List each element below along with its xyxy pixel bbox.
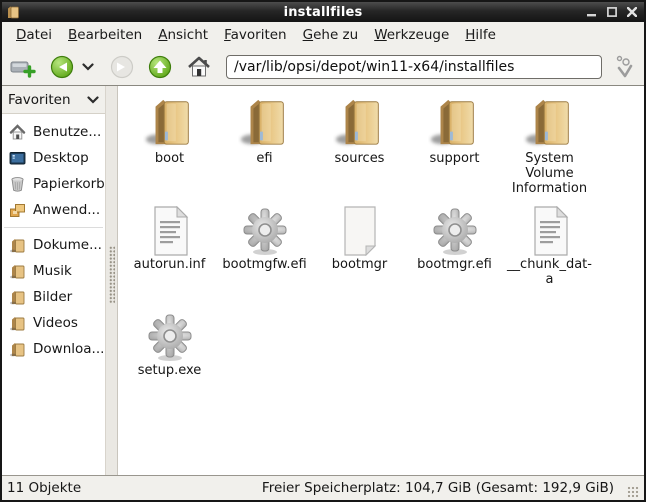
window-title: installfiles: [283, 4, 363, 20]
object-count: 11 Objekte: [7, 480, 82, 496]
file-label: setup.exe: [137, 363, 202, 378]
sidebar-item-label: Musik: [33, 263, 72, 279]
file-item-boot[interactable]: boot: [122, 92, 217, 198]
file-label: autorun.inf: [133, 257, 206, 272]
file-item-autorun-inf[interactable]: autorun.inf: [122, 198, 217, 304]
pane-splitter[interactable]: [105, 86, 118, 475]
desktop-icon: [9, 150, 26, 167]
content-area: Favoriten Benutze... Desktop Papierkorb …: [2, 85, 644, 475]
menu-datei[interactable]: Datei: [8, 24, 60, 46]
file-item-bootmgfw-efi[interactable]: bootmgfw.efi: [217, 198, 312, 304]
sidebar-item-downloads[interactable]: Downloa...: [2, 336, 105, 362]
gear-icon: [431, 198, 479, 256]
gear-icon: [241, 198, 289, 256]
file-item-efi[interactable]: efi: [217, 92, 312, 198]
file-label: __chunk_dat- a: [507, 257, 592, 287]
sidebar-item-musik[interactable]: Musik: [2, 258, 105, 284]
sidebar-item-label: Dokume...: [33, 237, 102, 253]
gear-icon: [146, 304, 194, 362]
close-button[interactable]: [626, 7, 637, 18]
statusbar: 11 Objekte Freier Speicherplatz: 104,7 G…: [2, 475, 644, 500]
view-mode-button[interactable]: [612, 52, 638, 82]
folder-icon: [9, 315, 26, 332]
free-space-info: Freier Speicherplatz: 104,7 GiB (Gesamt:…: [261, 480, 614, 496]
path-input[interactable]: [226, 54, 602, 79]
resize-grip[interactable]: [627, 486, 639, 498]
file-view[interactable]: boot efi sources support System Volume I…: [118, 86, 644, 475]
home-icon: [9, 123, 26, 141]
folder-icon: [428, 92, 482, 150]
sidebar-item-anwendungen[interactable]: Anwend...: [2, 197, 105, 223]
text-file-icon: [528, 198, 572, 256]
file-item-bootmgr[interactable]: bootmgr: [312, 198, 407, 304]
back-button[interactable]: [48, 53, 76, 81]
file-label: efi: [256, 151, 273, 166]
sidebar-item-label: Videos: [33, 315, 78, 331]
file-item-system-volume-information[interactable]: System Volume Information: [502, 92, 597, 198]
sidebar-item-label: Papierkorb: [33, 176, 105, 192]
file-label: bootmgr.efi: [417, 257, 492, 272]
history-dropdown[interactable]: [78, 61, 98, 73]
sidebar-item-benutzer[interactable]: Benutze...: [2, 119, 105, 145]
file-label: support: [429, 151, 480, 166]
sidebar-mode-selector[interactable]: Favoriten: [2, 86, 105, 114]
text-file-icon: [148, 198, 192, 256]
folder-icon: [143, 92, 197, 150]
menu-werkzeuge[interactable]: Werkzeuge: [366, 24, 457, 46]
file-item-chunk-data[interactable]: __chunk_dat- a: [502, 198, 597, 304]
sidebar-separator: [4, 227, 103, 228]
sidebar-header-label: Favoriten: [8, 91, 71, 108]
trash-icon: [9, 176, 26, 193]
forward-button[interactable]: [108, 53, 136, 81]
applications-icon: [9, 202, 26, 219]
minimize-button[interactable]: [586, 7, 597, 18]
file-item-support[interactable]: support: [407, 92, 502, 198]
maximize-button[interactable]: [606, 7, 617, 18]
toolbar: [2, 48, 644, 85]
home-button[interactable]: [184, 53, 214, 81]
folder-icon: [238, 92, 292, 150]
file-label: System Volume Information: [511, 151, 588, 196]
folder-icon: [9, 263, 26, 280]
folder-icon: [9, 341, 26, 358]
menu-favoriten[interactable]: Favoriten: [216, 24, 295, 46]
sidebar-item-label: Desktop: [33, 150, 89, 166]
sidebar-item-label: Anwend...: [33, 202, 101, 218]
folder-icon: [9, 289, 26, 306]
menubar: Datei Bearbeiten Ansicht Favoriten Gehe …: [2, 22, 644, 48]
sidebar-item-papierkorb[interactable]: Papierkorb: [2, 171, 105, 197]
file-manager-window: installfiles Datei Bearbeiten Ansicht Fa…: [0, 0, 646, 502]
file-item-bootmgr-efi[interactable]: bootmgr.efi: [407, 198, 502, 304]
sidebar-item-label: Downloa...: [33, 341, 105, 357]
plain-file-icon: [339, 198, 381, 256]
sidebar-list: Benutze... Desktop Papierkorb Anwend... …: [2, 114, 105, 475]
titlebar[interactable]: installfiles: [2, 2, 644, 22]
sidebar-item-label: Bilder: [33, 289, 73, 305]
sidebar-item-desktop[interactable]: Desktop: [2, 145, 105, 171]
file-label: bootmgfw.efi: [222, 257, 307, 272]
up-button[interactable]: [146, 53, 174, 81]
file-item-setup-exe[interactable]: setup.exe: [122, 304, 217, 410]
file-label: bootmgr: [331, 257, 388, 272]
file-label: sources: [334, 151, 385, 166]
menu-bearbeiten[interactable]: Bearbeiten: [60, 24, 150, 46]
chevron-down-icon: [87, 95, 99, 104]
file-item-sources[interactable]: sources: [312, 92, 407, 198]
sidebar-item-bilder[interactable]: Bilder: [2, 284, 105, 310]
splitter-grip-icon: [108, 246, 115, 304]
menu-hilfe[interactable]: Hilfe: [457, 24, 504, 46]
sidebar: Favoriten Benutze... Desktop Papierkorb …: [2, 86, 105, 475]
menu-ansicht[interactable]: Ansicht: [150, 24, 216, 46]
folder-icon: [333, 92, 387, 150]
sidebar-item-label: Benutze...: [33, 124, 102, 140]
file-label: boot: [154, 151, 185, 166]
sidebar-item-dokumente[interactable]: Dokume...: [2, 232, 105, 258]
sidebar-item-videos[interactable]: Videos: [2, 310, 105, 336]
new-tab-button[interactable]: [8, 53, 38, 81]
folder-icon: [523, 92, 577, 150]
menu-gehe-zu[interactable]: Gehe zu: [295, 24, 367, 46]
folder-icon: [9, 237, 26, 254]
